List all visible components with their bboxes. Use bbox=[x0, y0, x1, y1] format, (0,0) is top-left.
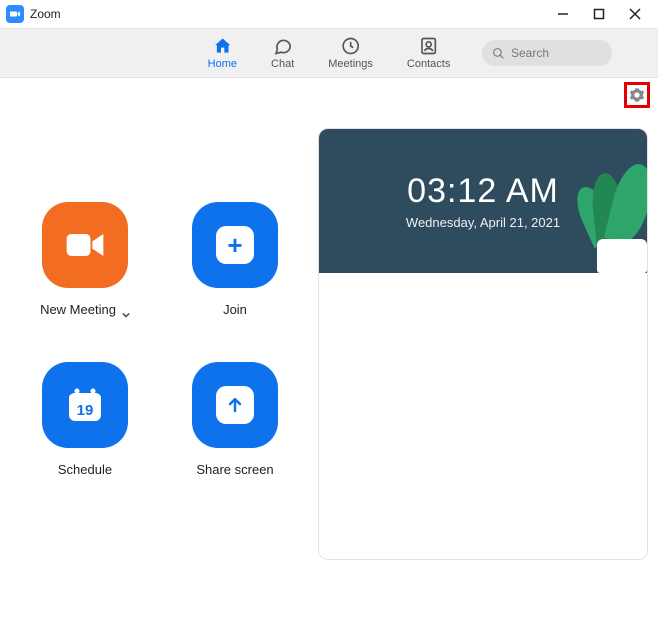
maximize-button[interactable] bbox=[592, 7, 606, 21]
clock-date: Wednesday, April 21, 2021 bbox=[406, 215, 560, 230]
video-icon bbox=[42, 202, 128, 288]
settings-button-highlight bbox=[624, 82, 650, 108]
settings-row bbox=[0, 78, 658, 112]
calendar-icon: 19 bbox=[42, 362, 128, 448]
tab-label: Meetings bbox=[328, 58, 373, 70]
plant-decoration bbox=[567, 129, 647, 273]
minimize-button[interactable] bbox=[556, 7, 570, 21]
tab-label: Contacts bbox=[407, 58, 450, 70]
tab-meetings[interactable]: Meetings bbox=[328, 36, 373, 70]
clock-panel: 03:12 AM Wednesday, April 21, 2021 bbox=[319, 129, 647, 273]
navbar: Home Chat Meetings Contacts Search bbox=[0, 28, 658, 78]
main-content: New Meeting + Join bbox=[0, 112, 658, 560]
app-title: Zoom bbox=[30, 7, 61, 21]
calendar-panel: 03:12 AM Wednesday, April 21, 2021 bbox=[318, 128, 648, 560]
search-input[interactable]: Search bbox=[482, 40, 612, 66]
tab-label: Home bbox=[208, 58, 237, 70]
clock-icon bbox=[341, 36, 361, 56]
action-label: Schedule bbox=[58, 462, 112, 477]
svg-text:19: 19 bbox=[77, 402, 94, 419]
action-grid: New Meeting + Join bbox=[0, 112, 318, 560]
plus-icon: + bbox=[192, 202, 278, 288]
join-button[interactable]: + Join bbox=[192, 202, 278, 317]
chevron-down-icon[interactable] bbox=[122, 306, 130, 314]
tab-label: Chat bbox=[271, 58, 294, 70]
action-label: Share screen bbox=[196, 462, 273, 477]
home-icon bbox=[212, 36, 232, 56]
titlebar: Zoom bbox=[0, 0, 658, 28]
contacts-icon bbox=[419, 36, 439, 56]
action-label: New Meeting bbox=[40, 302, 116, 317]
search-placeholder: Search bbox=[511, 46, 549, 60]
zoom-app-icon bbox=[6, 5, 24, 23]
tab-home[interactable]: Home bbox=[208, 36, 237, 70]
tab-chat[interactable]: Chat bbox=[271, 36, 294, 70]
close-button[interactable] bbox=[628, 7, 642, 21]
new-meeting-button[interactable]: New Meeting bbox=[40, 202, 130, 317]
schedule-button[interactable]: 19 Schedule bbox=[42, 362, 128, 477]
clock-time: 03:12 AM bbox=[407, 172, 559, 211]
action-label: Join bbox=[223, 302, 247, 317]
gear-icon[interactable] bbox=[629, 87, 645, 103]
tab-contacts[interactable]: Contacts bbox=[407, 36, 450, 70]
share-arrow-icon bbox=[192, 362, 278, 448]
share-screen-button[interactable]: Share screen bbox=[192, 362, 278, 477]
chat-icon bbox=[273, 36, 293, 56]
upcoming-meetings-area bbox=[319, 273, 647, 559]
search-icon bbox=[492, 47, 505, 60]
